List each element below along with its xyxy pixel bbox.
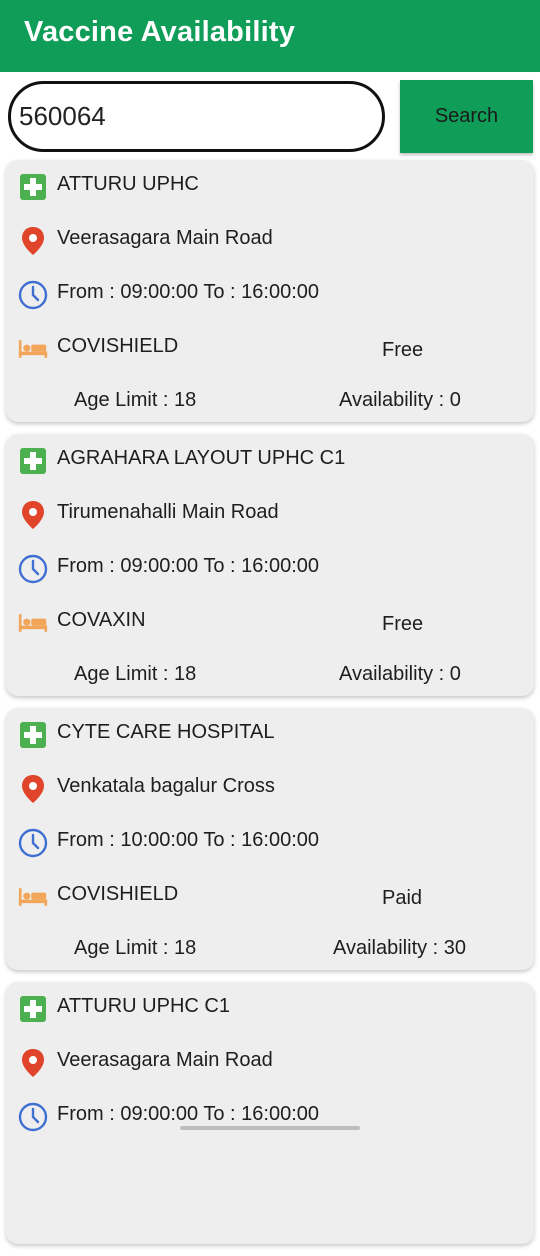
center-address: Tirumenahalli Main Road [57,501,279,523]
availability: Availability : 0 [339,663,461,685]
clock-icon [18,828,48,858]
clock-icon [18,280,48,310]
center-timing: From : 09:00:00 To : 16:00:00 [57,555,320,577]
vaccine-name: COVISHIELD [57,883,179,905]
search-button[interactable]: Search [400,80,533,153]
center-address: Veerasagara Main Road [57,1049,273,1071]
center-name: ATTURU UPHC C1 [57,995,230,1017]
location-pin-icon [18,500,48,530]
center-address: Venkatala bagalur Cross [57,775,275,797]
fee-type: Paid [382,887,423,909]
location-pin-icon [18,226,48,256]
app-bar: Vaccine Availability [0,0,540,72]
scroll-indicator[interactable] [180,1126,360,1130]
app-title: Vaccine Availability [24,15,296,48]
center-card[interactable]: ATTURU UPHC C1 Veerasagara Main Road Fro… [6,982,534,1244]
vaccine-name: COVAXIN [57,609,146,631]
pincode-search-input[interactable] [8,81,385,152]
center-timing: From : 09:00:00 To : 16:00:00 [57,281,320,303]
center-address: Veerasagara Main Road [57,227,273,249]
hospital-plus-icon [18,172,48,202]
vaccine-name: COVISHIELD [57,335,179,357]
center-timing: From : 10:00:00 To : 16:00:00 [57,829,320,851]
center-timing: From : 09:00:00 To : 16:00:00 [57,1103,320,1125]
age-limit: Age Limit : 18 [74,937,197,959]
bed-icon [18,882,48,912]
center-list[interactable]: ATTURU UPHC Veerasagara Main Road From :… [6,160,534,1256]
availability: Availability : 30 [333,937,467,959]
center-card[interactable]: CYTE CARE HOSPITAL Venkatala bagalur Cro… [6,708,534,970]
center-card[interactable]: ATTURU UPHC Veerasagara Main Road From :… [6,160,534,422]
age-limit: Age Limit : 18 [74,389,197,411]
clock-icon [18,1102,48,1132]
search-row: Search [0,80,540,154]
hospital-plus-icon [18,720,48,750]
age-limit: Age Limit : 18 [74,663,197,685]
center-name: ATTURU UPHC [57,173,199,195]
hospital-plus-icon [18,446,48,476]
location-pin-icon [18,774,48,804]
center-name: AGRAHARA LAYOUT UPHC C1 [57,447,346,469]
clock-icon [18,554,48,584]
availability: Availability : 0 [339,389,461,411]
fee-type: Free [382,613,424,635]
fee-type: Free [382,339,424,361]
location-pin-icon [18,1048,48,1078]
center-name: CYTE CARE HOSPITAL [57,721,275,743]
bed-icon [18,334,48,364]
hospital-plus-icon [18,994,48,1024]
center-card[interactable]: AGRAHARA LAYOUT UPHC C1 Tirumenahalli Ma… [6,434,534,696]
bed-icon [18,608,48,638]
